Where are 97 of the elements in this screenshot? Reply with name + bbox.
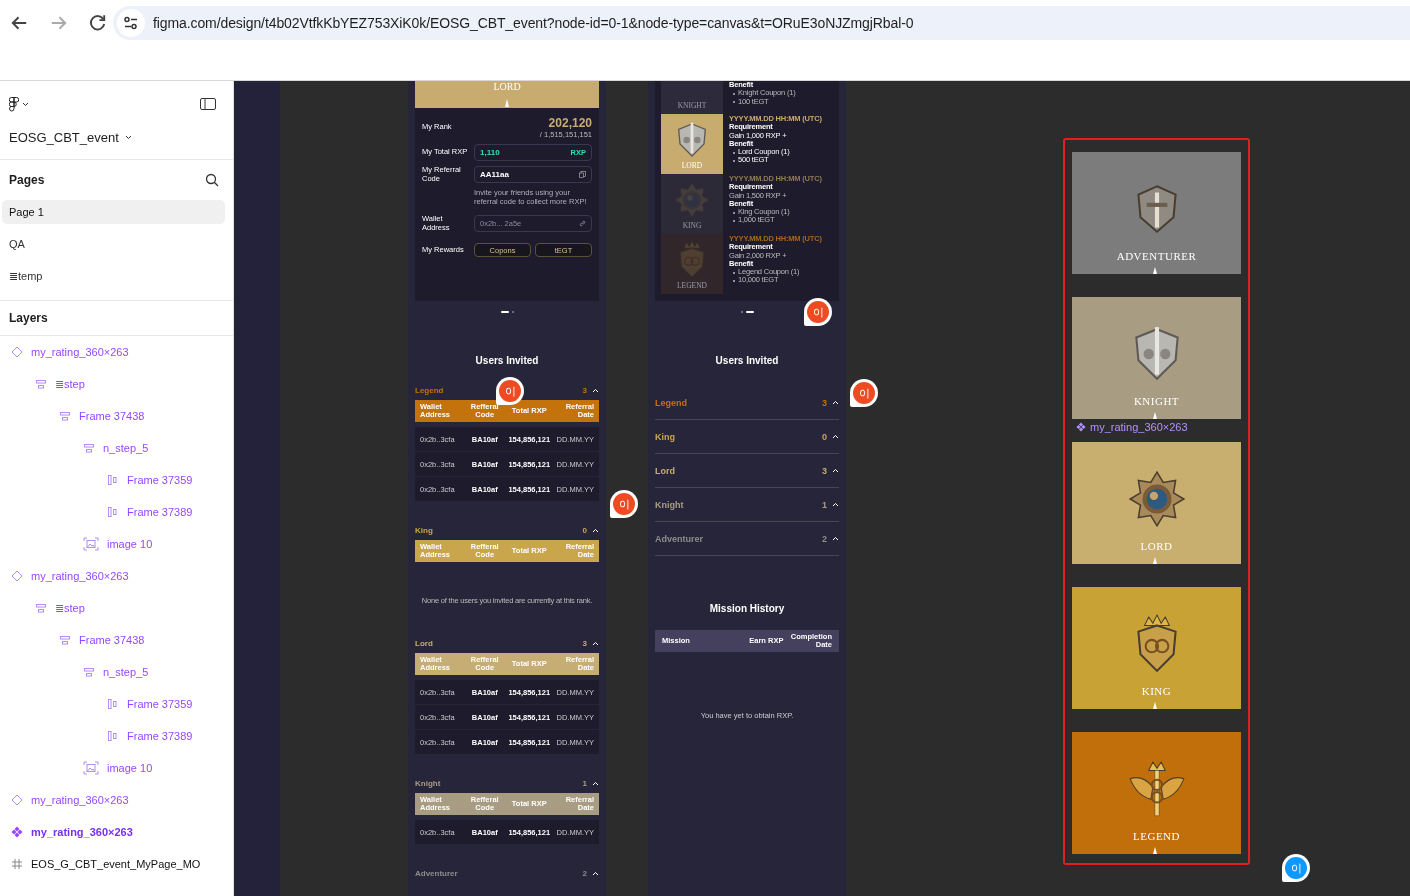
chevron-up-icon[interactable] bbox=[832, 468, 839, 473]
emblem-icon bbox=[672, 180, 712, 220]
layer-row[interactable]: Frame 37389 bbox=[0, 496, 233, 528]
section-title: Users Invited bbox=[714, 355, 780, 366]
link-icon[interactable] bbox=[579, 220, 586, 227]
auto-layout-icon bbox=[35, 378, 47, 390]
auto-layout-icon bbox=[83, 442, 95, 454]
component-icon bbox=[11, 794, 23, 806]
rank-count: 3 bbox=[582, 385, 587, 395]
rank-heading: Lord bbox=[415, 638, 433, 648]
rank-heading: Knight bbox=[415, 778, 441, 788]
layer-row[interactable]: ≣step bbox=[0, 368, 233, 400]
layer-row[interactable]: n_step_5 bbox=[0, 656, 233, 688]
rank-heading: Adventurer bbox=[655, 533, 703, 544]
chevron-up-icon[interactable] bbox=[832, 502, 839, 507]
rank-card[interactable]: KNIGHT bbox=[1072, 297, 1241, 419]
auto-layout-icon bbox=[59, 634, 71, 646]
rank-heading: Legend bbox=[415, 385, 444, 395]
chevron-up-icon[interactable] bbox=[592, 387, 599, 393]
layer-row[interactable]: my_rating_360×263 bbox=[0, 816, 233, 848]
chevron-up-icon[interactable] bbox=[592, 640, 599, 646]
layer-row[interactable]: n_step_5 bbox=[0, 432, 233, 464]
component-icon bbox=[11, 346, 23, 358]
comment-pin[interactable]: 이 bbox=[807, 301, 829, 323]
rank-count: 2 bbox=[822, 533, 827, 544]
rank-banner: LORD bbox=[415, 81, 599, 108]
rank-count: 0 bbox=[822, 431, 827, 442]
layer-row[interactable]: EOS_G_CBT_event_MyPage_MO bbox=[0, 848, 233, 880]
auto-layout-icon bbox=[107, 474, 119, 486]
rank-heading: King bbox=[655, 431, 675, 442]
referral-code-field: AA11aa bbox=[474, 166, 592, 183]
rank-heading: Knight bbox=[655, 499, 684, 510]
layer-row[interactable]: my_rating_360×263 bbox=[0, 560, 233, 592]
auto-layout-icon bbox=[107, 506, 119, 518]
chevron-up-icon[interactable] bbox=[592, 780, 599, 786]
component-icon bbox=[11, 570, 23, 582]
search-icon[interactable] bbox=[205, 173, 219, 187]
chevron-up-icon[interactable] bbox=[832, 434, 839, 439]
section-title: Layers bbox=[9, 311, 48, 325]
layer-row[interactable]: my_rating_360×263 bbox=[0, 336, 233, 368]
component-instance-icon bbox=[11, 826, 23, 838]
layer-row[interactable]: my_rating_360×263 bbox=[0, 784, 233, 816]
address-bar[interactable]: figma.com/design/t4b02VtfkKbYEZ753XiK0k/EOSG_CBT_event?node-id=0-1&node-type=canvas&t=ORuE3oNJZmgjRbal-0 bbox=[113, 6, 1410, 40]
comment-pin[interactable]: 이 bbox=[853, 382, 875, 404]
comment-pin[interactable]: 이 bbox=[1285, 857, 1307, 879]
section-title: Pages bbox=[9, 173, 45, 187]
layer-row[interactable]: Frame 37438 bbox=[0, 624, 233, 656]
image-icon bbox=[83, 537, 99, 551]
chevron-down-icon[interactable] bbox=[22, 101, 29, 107]
rank-card[interactable]: LEGEND bbox=[1072, 732, 1241, 854]
frame-icon bbox=[11, 858, 23, 870]
comment-pin[interactable]: 이 bbox=[499, 380, 521, 402]
sidebar-toggle-icon[interactable] bbox=[200, 98, 216, 110]
auto-layout-icon bbox=[107, 698, 119, 710]
auto-layout-icon bbox=[107, 730, 119, 742]
auto-layout-icon bbox=[35, 602, 47, 614]
layer-row[interactable]: Frame 37438 bbox=[0, 400, 233, 432]
rank-count: 3 bbox=[582, 638, 587, 648]
chevron-up-icon[interactable] bbox=[592, 870, 599, 876]
chevron-up-icon[interactable] bbox=[592, 527, 599, 533]
component-instance-icon bbox=[1076, 422, 1086, 432]
chevron-up-icon[interactable] bbox=[832, 536, 839, 541]
rank-card[interactable]: KING bbox=[1072, 587, 1241, 709]
layer-row[interactable]: image 10 bbox=[0, 528, 233, 560]
rank-count: 0 bbox=[582, 525, 587, 535]
chevron-up-icon[interactable] bbox=[832, 400, 839, 405]
site-settings-icon[interactable] bbox=[123, 15, 139, 31]
page-item[interactable]: Page 1 bbox=[2, 200, 225, 224]
rank-count: 3 bbox=[822, 465, 827, 476]
chevron-down-icon[interactable] bbox=[124, 134, 132, 140]
rank-heading: Legend bbox=[655, 397, 687, 408]
layer-row[interactable]: Frame 37359 bbox=[0, 688, 233, 720]
rank-heading: Lord bbox=[655, 465, 675, 476]
copy-icon[interactable] bbox=[579, 171, 586, 178]
figma-logo-icon[interactable] bbox=[9, 96, 19, 112]
rank-card[interactable]: ADVENTURER bbox=[1072, 152, 1241, 274]
layer-row[interactable]: ≣step bbox=[0, 592, 233, 624]
layer-row[interactable]: Frame 37389 bbox=[0, 720, 233, 752]
section-title: Users Invited bbox=[474, 355, 540, 366]
rank-count: 1 bbox=[582, 778, 587, 788]
image-icon bbox=[83, 761, 99, 775]
auto-layout-icon bbox=[83, 666, 95, 678]
auto-layout-icon bbox=[59, 410, 71, 422]
rank-count: 3 bbox=[822, 397, 827, 408]
section-title: Mission History bbox=[708, 603, 786, 614]
rank-count: 1 bbox=[822, 499, 827, 510]
page-item[interactable]: ≣temp bbox=[2, 264, 225, 288]
component-label[interactable]: my_rating_360×263 bbox=[1090, 421, 1188, 433]
page-item[interactable]: QA bbox=[2, 232, 225, 256]
rank-heading: King bbox=[415, 525, 433, 535]
comment-pin[interactable]: 이 bbox=[613, 493, 635, 515]
rank-count: 2 bbox=[582, 868, 587, 878]
rank-value: 202,120 bbox=[547, 116, 592, 130]
rank-heading: Adventurer bbox=[415, 868, 458, 878]
layer-row[interactable]: image 10 bbox=[0, 752, 233, 784]
file-name[interactable]: EOSG_CBT_event bbox=[9, 129, 119, 145]
layer-row[interactable]: Frame 37359 bbox=[0, 464, 233, 496]
